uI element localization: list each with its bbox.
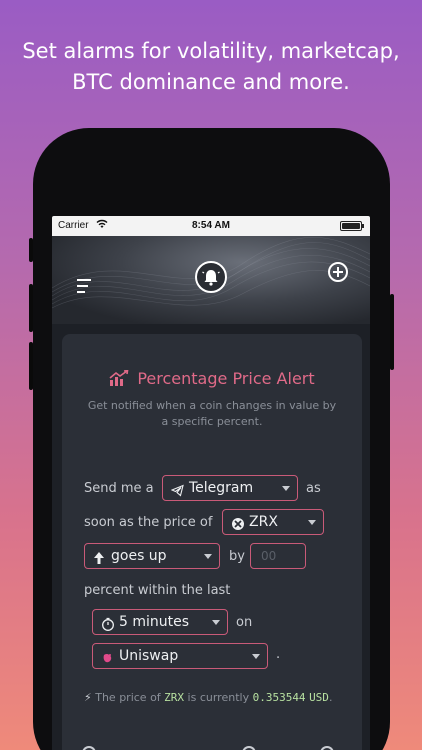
stopwatch-icon xyxy=(101,615,115,639)
status-bar: Carrier 8:54 AM xyxy=(52,216,370,236)
text-soon-as-price-of: soon as the price of xyxy=(84,515,213,530)
text-percent-within: percent within the last xyxy=(84,583,231,598)
coin-select[interactable]: ZRX xyxy=(222,509,324,535)
text-as: as xyxy=(306,481,321,496)
telegram-icon xyxy=(170,481,184,505)
status-time: 8:54 AM xyxy=(192,220,230,231)
phone-volume-up xyxy=(29,284,33,332)
percentage-alert-card: Percentage Price Alert Get notified when… xyxy=(62,334,362,750)
phone-side-button xyxy=(29,238,33,262)
text-send-me-a: Send me a xyxy=(84,481,154,496)
coin-select-value: ZRX xyxy=(249,514,278,530)
lightning-icon: ⚡︎ xyxy=(84,691,92,704)
text-on: on xyxy=(236,615,253,630)
chevron-down-icon xyxy=(308,520,316,525)
plus-circle-icon[interactable] xyxy=(328,262,348,282)
phone-power-button xyxy=(390,294,394,370)
arrow-up-icon xyxy=(93,549,105,573)
timeframe-select[interactable]: 5 minutes xyxy=(92,609,228,635)
uniswap-icon xyxy=(101,649,115,673)
battery-icon xyxy=(340,221,364,231)
hamburger-icon[interactable] xyxy=(77,278,93,297)
app-header xyxy=(52,236,370,324)
bell-icon[interactable] xyxy=(195,261,227,293)
current-price-info: ⚡︎ The price of ZRX is currently 0.35354… xyxy=(84,687,344,709)
percent-input[interactable] xyxy=(250,543,306,569)
info-price: 0.353544 xyxy=(252,691,306,704)
chevron-down-icon xyxy=(252,654,260,659)
info-prefix: The price of xyxy=(95,691,161,704)
exchange-select-value: Uniswap xyxy=(119,648,179,664)
timeframe-select-value: 5 minutes xyxy=(119,614,190,630)
card-subtitle: Get notified when a coin changes in valu… xyxy=(87,399,337,428)
promo-headline-line1: Set alarms for volatility, marketcap, xyxy=(22,39,400,63)
chart-up-icon xyxy=(109,369,129,390)
phone-volume-down xyxy=(29,342,33,390)
info-middle: is currently xyxy=(187,691,250,704)
zrx-coin-icon xyxy=(231,515,245,539)
text-by: by xyxy=(229,549,245,564)
direction-select-value: goes up xyxy=(111,548,167,564)
text-period: . xyxy=(276,647,281,662)
app-screen: Carrier 8:54 AM Percentage Price Alert G… xyxy=(52,216,370,750)
chevron-down-icon xyxy=(212,620,220,625)
promo-headline: Set alarms for volatility, marketcap, BT… xyxy=(0,36,422,98)
chevron-down-icon xyxy=(282,486,290,491)
card-title: Percentage Price Alert xyxy=(62,369,362,390)
card-title-text: Percentage Price Alert xyxy=(137,369,315,388)
channel-select-value: Telegram xyxy=(189,480,254,496)
info-currency: USD xyxy=(309,691,329,704)
info-coin: ZRX xyxy=(164,691,185,704)
channel-select[interactable]: Telegram xyxy=(162,475,298,501)
promo-headline-line2: BTC dominance and more. xyxy=(72,70,350,94)
info-suffix: . xyxy=(328,691,333,704)
exchange-select[interactable]: Uniswap xyxy=(92,643,268,669)
direction-select[interactable]: goes up xyxy=(84,543,220,569)
chevron-down-icon xyxy=(204,554,212,559)
